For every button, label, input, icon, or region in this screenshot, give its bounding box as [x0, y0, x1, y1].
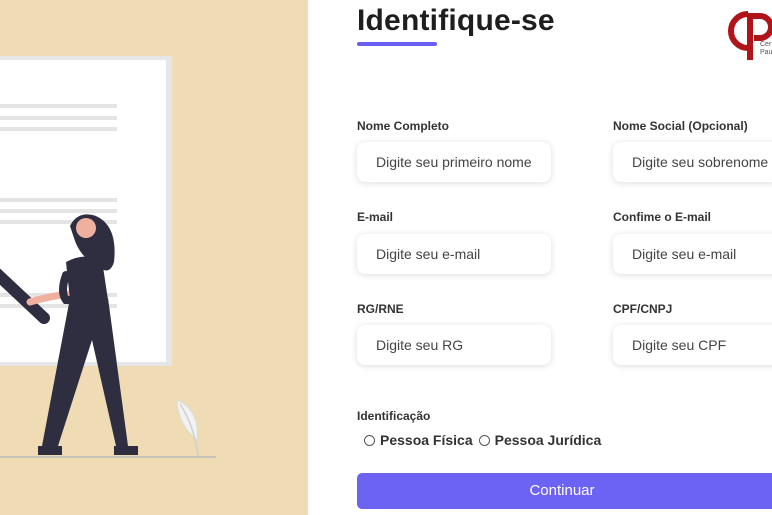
person-holding-document-illustration [0, 56, 216, 458]
logo-text: Cer Pau [760, 41, 772, 57]
nome-completo-input[interactable] [357, 142, 551, 182]
rg-input[interactable] [357, 325, 551, 365]
brand-logo: Cer Pau [726, 8, 772, 60]
logo-text-line1: Cer [760, 41, 772, 48]
page-title: Identifique-se [357, 4, 555, 37]
nome-social-label: Nome Social (Opcional) [613, 119, 748, 133]
cpf-label: CPF/CNPJ [613, 302, 673, 316]
rg-label: RG/RNE [357, 302, 404, 316]
pessoa-juridica-radio[interactable] [478, 434, 490, 446]
pessoa-fisica-radio[interactable] [364, 434, 375, 446]
nome-completo-label: Nome Completo [357, 119, 450, 133]
illustration-panel [0, 0, 308, 515]
email-label: E-mail [357, 210, 394, 224]
nome-social-input[interactable] [613, 142, 772, 182]
logo-text-line2: Pau [760, 49, 772, 56]
identification-radio-group: Pessoa Física Pessoa Jurídica [364, 432, 601, 448]
continue-button[interactable]: Continuar [357, 473, 772, 509]
identificacao-label: Identificação [357, 409, 431, 423]
email-input[interactable] [357, 234, 551, 274]
cpf-input[interactable] [613, 325, 772, 365]
title-underline [357, 42, 437, 46]
confirm-email-label: Confime o E-mail [613, 210, 712, 224]
confirm-email-input[interactable] [613, 234, 772, 274]
pessoa-juridica-label[interactable]: Pessoa Jurídica [495, 432, 602, 448]
pessoa-fisica-label[interactable]: Pessoa Física [380, 432, 473, 448]
